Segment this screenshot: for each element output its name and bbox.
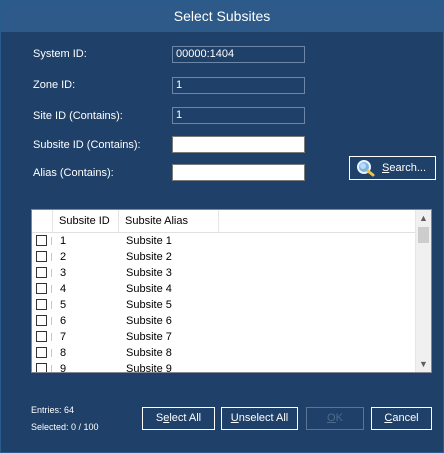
cell-subsite-id: 3 [60, 267, 67, 279]
column-divider [51, 269, 52, 277]
list-header: Subsite ID Subsite Alias [32, 210, 416, 233]
cell-subsite-id: 9 [60, 363, 67, 373]
column-divider [51, 301, 52, 309]
cell-subsite-alias: Subsite 6 [126, 315, 172, 327]
column-divider [51, 349, 52, 357]
row-checkbox[interactable] [36, 331, 47, 342]
table-row[interactable]: 6 Subsite 6 [32, 313, 416, 329]
cell-subsite-id: 8 [60, 347, 67, 359]
site-id-field[interactable]: 1 [172, 107, 305, 124]
alias-input[interactable] [172, 164, 305, 181]
table-row[interactable]: 4 Subsite 4 [32, 281, 416, 297]
column-divider [51, 253, 52, 261]
selected-count: Selected: 0 / 100 [31, 422, 99, 432]
alias-label: Alias (Contains): [33, 167, 114, 179]
cell-subsite-id: 5 [60, 299, 67, 311]
cell-subsite-alias: Subsite 2 [126, 251, 172, 263]
scroll-thumb[interactable] [418, 227, 429, 243]
zone-id-label: Zone ID: [33, 79, 76, 91]
scroll-down-icon[interactable]: ▼ [416, 356, 431, 372]
search-button-label: Search... [382, 162, 427, 174]
table-row[interactable]: 7 Subsite 7 [32, 329, 416, 345]
list-rows: 1 Subsite 1 2 Subsite 2 3 Subsite 3 4 Subsite 4… [32, 233, 416, 373]
vertical-scrollbar[interactable]: ▲ ▼ [415, 210, 431, 372]
table-row[interactable]: 8 Subsite 8 [32, 345, 416, 361]
cell-subsite-id: 1 [60, 235, 67, 247]
table-row[interactable]: 5 Subsite 5 [32, 297, 416, 313]
system-id-field: 00000:1404 [172, 46, 305, 63]
unselect-all-button[interactable]: Unselect All [221, 407, 298, 430]
row-checkbox[interactable] [36, 315, 47, 326]
cell-subsite-alias: Subsite 8 [126, 347, 172, 359]
table-row[interactable]: 1 Subsite 1 [32, 233, 416, 249]
zone-id-field[interactable]: 1 [172, 77, 305, 94]
checkbox-column-header[interactable] [32, 210, 53, 232]
select-subsites-dialog: Select Subsites System ID: 00000:1404 Zo… [0, 0, 444, 453]
scroll-up-icon[interactable]: ▲ [416, 210, 431, 226]
column-divider [51, 333, 52, 341]
cell-subsite-alias: Subsite 7 [126, 331, 172, 343]
cell-subsite-alias: Subsite 4 [126, 283, 172, 295]
cell-subsite-alias: Subsite 9 [126, 363, 172, 373]
subsite-list[interactable]: Subsite ID Subsite Alias 1 Subsite 1 2 Subs… [31, 209, 432, 373]
cell-subsite-id: 7 [60, 331, 67, 343]
row-checkbox[interactable] [36, 267, 47, 278]
row-checkbox[interactable] [36, 363, 47, 372]
cell-subsite-alias: Subsite 3 [126, 267, 172, 279]
dialog-title: Select Subsites [1, 1, 443, 32]
column-divider [51, 317, 52, 325]
site-id-label: Site ID (Contains): [33, 110, 123, 122]
subsite-id-label: Subsite ID (Contains): [33, 139, 141, 151]
row-checkbox[interactable] [36, 235, 47, 246]
cell-subsite-alias: Subsite 5 [126, 299, 172, 311]
row-checkbox[interactable] [36, 283, 47, 294]
entries-count: Entries: 64 [31, 405, 75, 415]
subsite-id-input[interactable] [172, 136, 305, 153]
magnifier-icon [356, 159, 376, 177]
search-button[interactable]: Search... [349, 156, 436, 180]
ok-button[interactable]: OK [306, 407, 364, 430]
row-checkbox[interactable] [36, 299, 47, 310]
table-row[interactable]: 2 Subsite 2 [32, 249, 416, 265]
column-divider [51, 237, 52, 245]
row-checkbox[interactable] [36, 347, 47, 358]
cell-subsite-id: 2 [60, 251, 67, 263]
cell-subsite-alias: Subsite 1 [126, 235, 172, 247]
column-header-subsite-id[interactable]: Subsite ID [53, 210, 119, 232]
column-divider [51, 285, 52, 293]
select-all-button[interactable]: Select All [142, 407, 215, 430]
cell-subsite-id: 4 [60, 283, 67, 295]
cell-subsite-id: 6 [60, 315, 67, 327]
column-header-subsite-alias[interactable]: Subsite Alias [119, 210, 219, 232]
column-divider [51, 365, 52, 372]
table-row[interactable]: 3 Subsite 3 [32, 265, 416, 281]
table-row[interactable]: 9 Subsite 9 [32, 361, 416, 373]
row-checkbox[interactable] [36, 251, 47, 262]
system-id-label: System ID: [33, 48, 87, 60]
cancel-button[interactable]: Cancel [371, 407, 432, 430]
